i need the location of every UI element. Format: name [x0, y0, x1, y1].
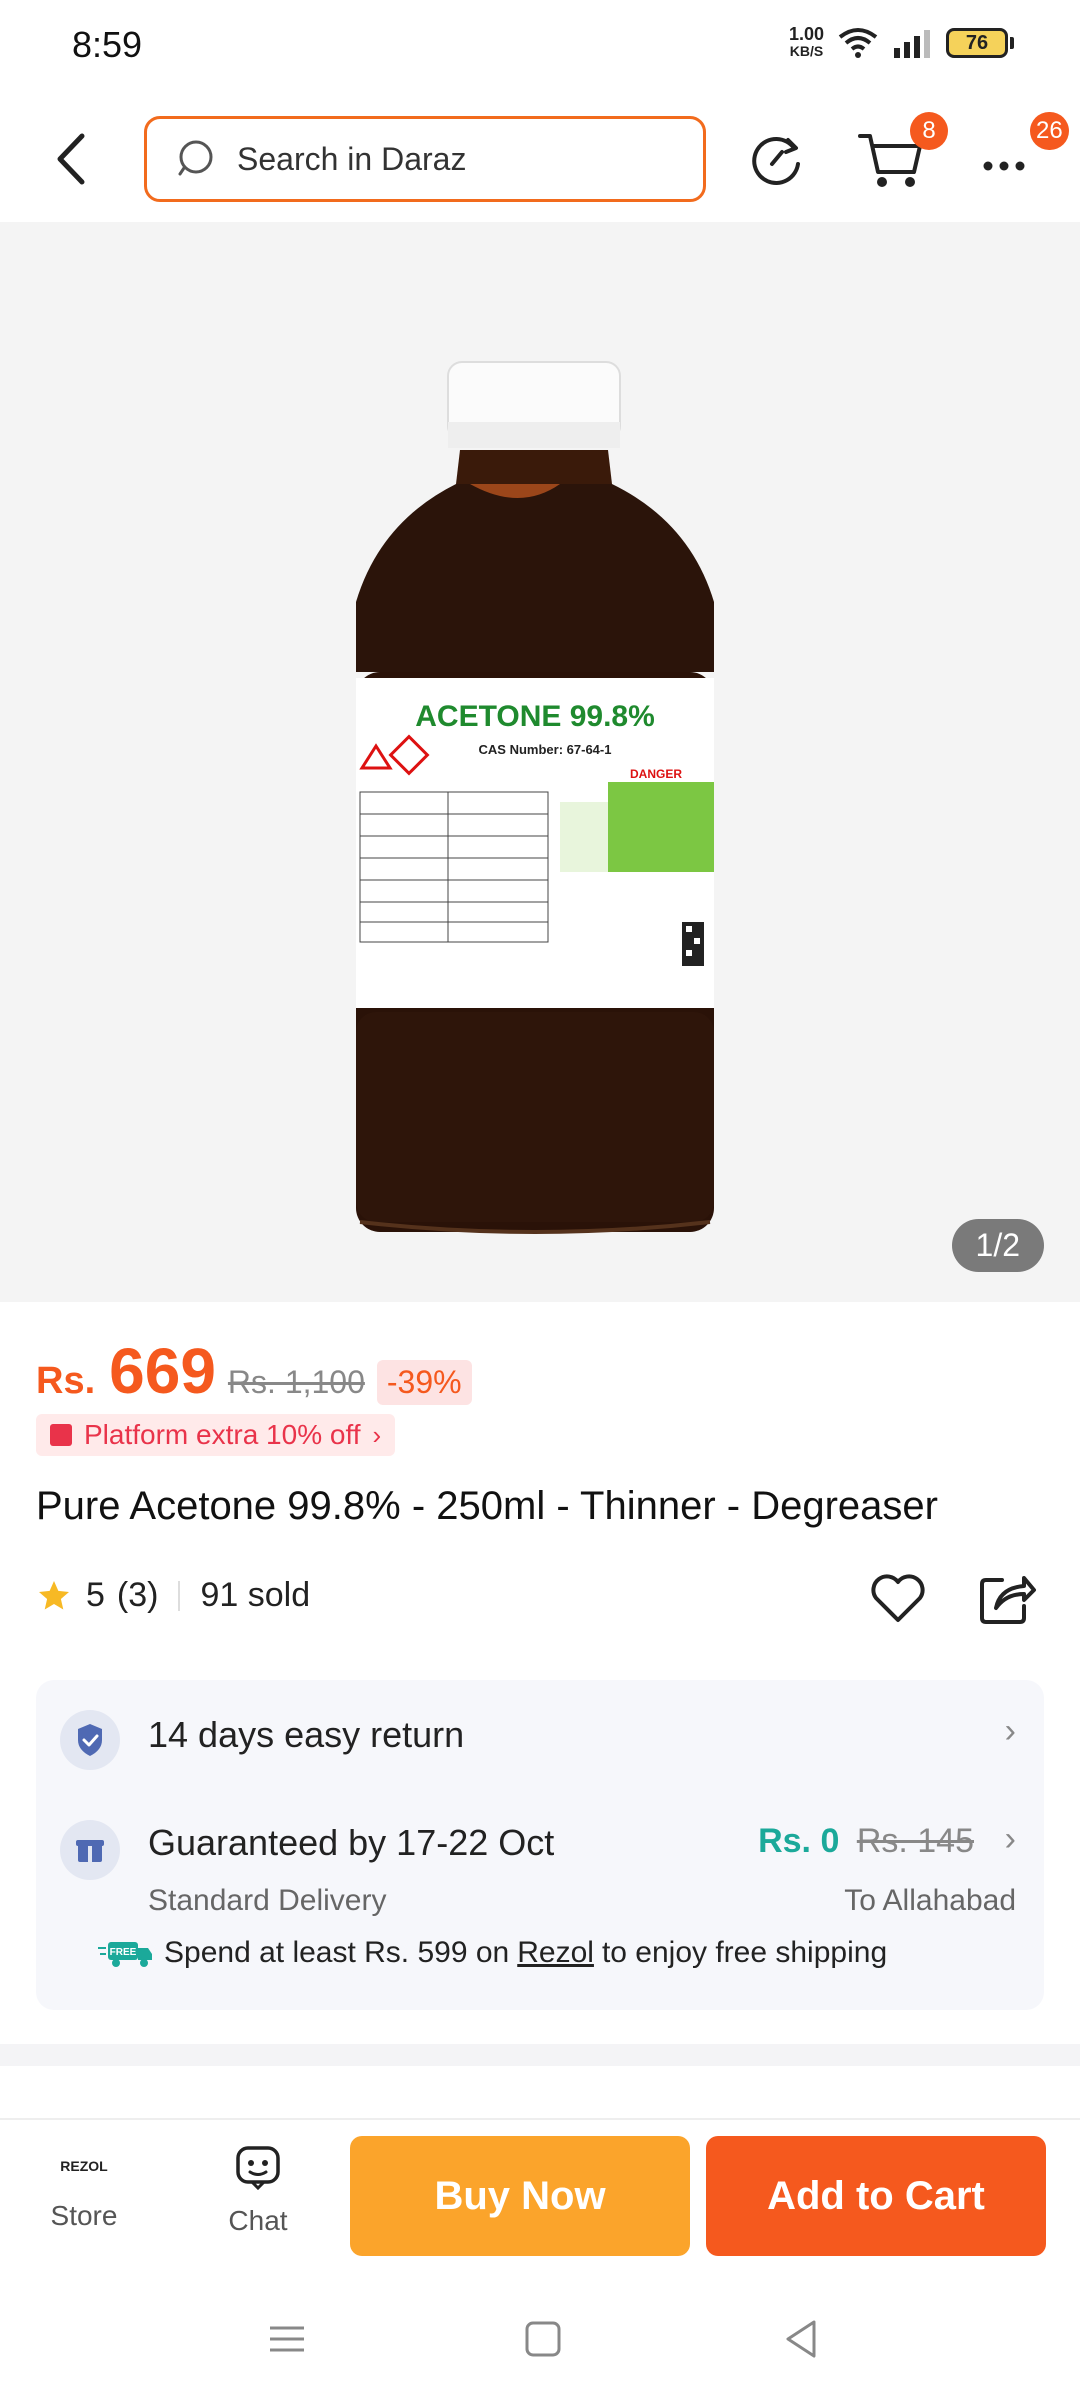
- net-speed-value: 1.00: [788, 24, 824, 44]
- product-title: Pure Acetone 99.8% - 250ml - Thinner - D…: [36, 1484, 938, 1528]
- shipping-fee-old: Rs. 145: [856, 1822, 974, 1860]
- battery-icon: 76: [946, 28, 1014, 58]
- net-speed-unit: KB/S: [789, 43, 824, 59]
- search-icon: [178, 140, 213, 176]
- wifi-icon: [838, 28, 878, 58]
- product-image: ACETONE 99.8% CAS Number: 67-64-1 DANGER: [356, 361, 714, 1234]
- chevron-right-icon: ›: [1004, 1820, 1016, 1858]
- buy-now-button[interactable]: Buy Now: [350, 2136, 690, 2256]
- store-button[interactable]: REZOL Store: [24, 2142, 144, 2232]
- chevron-right-icon: ›: [372, 1419, 382, 1450]
- delivery-type: Standard Delivery: [148, 1884, 387, 1917]
- product-gallery[interactable]: ACETONE 99.8% CAS Number: 67-64-1 DANGER…: [0, 222, 1080, 1302]
- more-badge: 26: [1030, 112, 1069, 150]
- rating-count: (3): [116, 1576, 159, 1614]
- share-icon[interactable]: [974, 1566, 1038, 1630]
- more-dots-icon: [983, 161, 1025, 171]
- free-shipping-truck-icon: FREE: [98, 1942, 152, 1967]
- chat-label: Chat: [228, 2205, 288, 2236]
- chevron-right-icon: ›: [1004, 1712, 1016, 1750]
- voucher-icon: [50, 1424, 72, 1446]
- sold-count: 91 sold: [200, 1576, 311, 1614]
- system-nav-bar: [0, 2278, 1080, 2400]
- refresh-icon[interactable]: [744, 126, 810, 192]
- free-tag: FREE: [110, 1947, 137, 1958]
- label-cas: CAS Number: 67-64-1: [479, 742, 612, 757]
- rating-row[interactable]: 5 (3) 91 sold: [36, 1576, 310, 1615]
- label-danger: DANGER: [630, 767, 682, 781]
- top-nav: Search in Daraz 8 26: [0, 96, 1080, 222]
- network-speed: 1.00 KB/S: [788, 24, 824, 60]
- status-icons: 1.00 KB/S 76: [788, 24, 1014, 60]
- heart-icon[interactable]: [866, 1566, 930, 1630]
- store-link[interactable]: Rezol: [517, 1936, 594, 1970]
- label-title: ACETONE 99.8%: [415, 700, 655, 733]
- search-placeholder: Search in Daraz: [237, 140, 467, 177]
- system-back-icon[interactable]: [776, 2314, 826, 2364]
- guarantee-text: Guaranteed by 17-22 Oct: [148, 1822, 555, 1863]
- delivery-destination: To Allahabad: [844, 1884, 1016, 1917]
- cart-badge: 8: [910, 112, 948, 150]
- delivery-card: 14 days easy return › Guaranteed by 17-2…: [36, 1680, 1044, 2010]
- shipping-fee: Rs. 0 Rs. 145: [758, 1822, 974, 1861]
- discount-badge: -39%: [376, 1360, 472, 1405]
- price-currency: Rs.: [36, 1360, 96, 1402]
- page-indicator: 1/2: [951, 1219, 1044, 1272]
- recent-apps-icon[interactable]: [262, 2314, 312, 2364]
- bottom-action-bar: REZOL Store Chat Buy Now Add to Cart: [0, 2118, 1080, 2278]
- free-shipping-promo[interactable]: FREE Spend at least Rs. 599 on Rezol to …: [98, 1936, 888, 1970]
- shield-check-icon: [60, 1710, 120, 1770]
- return-text: 14 days easy return: [148, 1714, 465, 1755]
- promo-suffix: to enjoy free shipping: [601, 1936, 888, 1969]
- star-icon: [39, 1580, 69, 1609]
- price-row: Rs. 669 Rs. 1,100 -39%: [36, 1334, 472, 1408]
- old-price: Rs. 1,100: [227, 1364, 365, 1400]
- status-bar: 8:59 1.00 KB/S 76: [0, 0, 1080, 96]
- store-label: Store: [50, 2200, 118, 2231]
- rating-value: 5: [86, 1576, 105, 1614]
- more-menu-button[interactable]: 26: [980, 112, 1069, 192]
- back-arrow-icon[interactable]: [44, 126, 104, 192]
- chat-bot-icon: [236, 2146, 280, 2191]
- shipping-fee-new: Rs. 0: [758, 1822, 840, 1860]
- gift-icon: [60, 1820, 120, 1880]
- platform-promo-tag[interactable]: Platform extra 10% off ›: [36, 1414, 396, 1456]
- store-logo: REZOL: [60, 2158, 108, 2174]
- add-to-cart-button[interactable]: Add to Cart: [706, 2136, 1046, 2256]
- home-icon[interactable]: [518, 2314, 568, 2364]
- cart-button[interactable]: 8: [856, 112, 948, 192]
- chat-button[interactable]: Chat: [198, 2142, 318, 2237]
- section-divider: [0, 2044, 1080, 2066]
- status-time: 8:59: [72, 24, 143, 65]
- price-value: 669: [109, 1335, 216, 1407]
- promo-prefix: Spend at least Rs. 599 on: [164, 1936, 510, 1969]
- search-input[interactable]: Search in Daraz: [144, 116, 706, 202]
- promo-text: Platform extra 10% off: [84, 1419, 361, 1450]
- return-policy-row[interactable]: 14 days easy return ›: [36, 1680, 1044, 1790]
- delivery-row[interactable]: Guaranteed by 17-22 Oct Rs. 0 Rs. 145 › …: [36, 1790, 1044, 1930]
- signal-icon: [894, 30, 930, 58]
- battery-level: 76: [946, 28, 1008, 58]
